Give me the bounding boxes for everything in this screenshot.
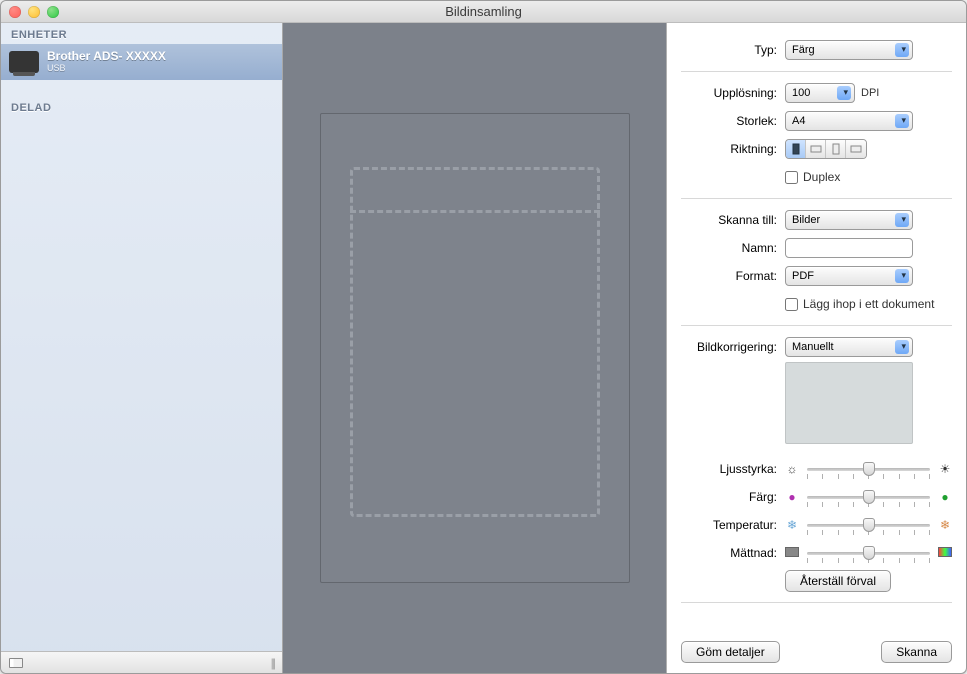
orientation-landscape-left-icon[interactable]	[806, 140, 826, 158]
scan-button[interactable]: Skanna	[881, 641, 952, 663]
row-duplex: Duplex	[681, 164, 952, 190]
label-format: Format:	[681, 269, 777, 283]
preview-area	[283, 23, 666, 673]
row-resolution: Upplösning: 100 DPI	[681, 80, 952, 106]
saturation-slider[interactable]	[807, 544, 930, 562]
sidebar-device-row[interactable]: Brother ADS- XXXXX USB	[1, 44, 282, 80]
label-name: Namn:	[681, 241, 777, 255]
zoom-icon[interactable]	[47, 6, 59, 18]
row-saturation: Mättnad:	[681, 540, 952, 566]
divider	[681, 325, 952, 326]
orientation-portrait-flip-icon[interactable]	[826, 140, 846, 158]
brightness-slider[interactable]	[807, 460, 930, 478]
row-scan-to: Skanna till: Bilder	[681, 207, 952, 233]
combine-checkbox[interactable]	[785, 298, 798, 311]
label-correction: Bildkorrigering:	[681, 340, 777, 354]
traffic-lights	[1, 6, 59, 18]
label-duplex: Duplex	[803, 170, 840, 184]
label-direction: Riktning:	[681, 142, 777, 156]
type-select[interactable]: Färg	[785, 40, 913, 60]
window: Bildinsamling ENHETER Brother ADS- XXXXX…	[0, 0, 967, 674]
correction-select[interactable]: Manuellt	[785, 337, 913, 357]
row-reset: Återställ förval	[681, 568, 952, 594]
color-slider[interactable]	[807, 488, 930, 506]
color-green-icon: ●	[938, 490, 952, 504]
label-dpi: DPI	[861, 87, 879, 99]
device-sub: USB	[47, 64, 166, 74]
reset-button[interactable]: Återställ förval	[785, 570, 891, 592]
options-panel: Typ: Färg Upplösning: 100	[666, 23, 966, 673]
row-color: Färg: ● ●	[681, 484, 952, 510]
row-direction: Riktning:	[681, 136, 952, 162]
temperature-slider[interactable]	[807, 516, 930, 534]
pane-toggle-icon[interactable]	[9, 658, 23, 668]
temp-cool-icon: ❄	[785, 518, 799, 532]
row-brightness: Ljusstyrka: ☼ ☀	[681, 456, 952, 482]
label-temperature: Temperatur:	[681, 518, 777, 532]
scan-to-select[interactable]: Bilder	[785, 210, 913, 230]
brightness-low-icon: ☼	[785, 462, 799, 476]
label-color: Färg:	[681, 490, 777, 504]
scanner-icon	[9, 51, 39, 73]
sidebar: ENHETER Brother ADS- XXXXX USB DELAD |||	[1, 23, 283, 673]
label-combine: Lägg ihop i ett dokument	[803, 297, 934, 311]
window-body: ENHETER Brother ADS- XXXXX USB DELAD |||	[1, 23, 966, 673]
row-correction: Bildkorrigering: Manuellt	[681, 334, 952, 360]
window-title: Bildinsamling	[1, 4, 966, 19]
color-magenta-icon: ●	[785, 490, 799, 504]
row-temperature: Temperatur: ❄ ❄	[681, 512, 952, 538]
sidebar-spacer	[1, 117, 282, 651]
crop-outline[interactable]	[350, 167, 600, 517]
row-type: Typ: Färg	[681, 37, 952, 63]
hide-details-button[interactable]: Göm detaljer	[681, 641, 780, 663]
label-saturation: Mättnad:	[681, 546, 777, 560]
row-size: Storlek: A4	[681, 108, 952, 134]
minimize-icon[interactable]	[28, 6, 40, 18]
close-icon[interactable]	[9, 6, 21, 18]
brightness-high-icon: ☀	[938, 462, 952, 476]
label-type: Typ:	[681, 43, 777, 57]
sidebar-resize-handle[interactable]: |||	[264, 656, 274, 670]
divider	[681, 71, 952, 72]
label-brightness: Ljusstyrka:	[681, 462, 777, 476]
row-combine: Lägg ihop i ett dokument	[681, 291, 952, 317]
sidebar-footer: |||	[1, 651, 282, 673]
divider	[681, 602, 952, 603]
name-input[interactable]	[785, 238, 913, 258]
orientation-portrait-icon[interactable]	[786, 140, 806, 158]
correction-preview	[785, 362, 913, 444]
titlebar: Bildinsamling	[1, 1, 966, 23]
preview-sheet[interactable]	[320, 113, 630, 583]
saturation-high-icon	[938, 546, 952, 560]
resolution-select[interactable]: 100	[785, 83, 855, 103]
bottom-bar: Göm detaljer Skanna	[681, 631, 952, 663]
sidebar-shared-header: DELAD	[1, 96, 282, 117]
device-name: Brother ADS- XXXXX	[47, 50, 166, 63]
divider	[681, 198, 952, 199]
row-name: Namn:	[681, 235, 952, 261]
orientation-landscape-right-icon[interactable]	[846, 140, 866, 158]
size-select[interactable]: A4	[785, 111, 913, 131]
saturation-low-icon	[785, 546, 799, 560]
direction-segmented	[785, 139, 867, 159]
duplex-checkbox[interactable]	[785, 171, 798, 184]
label-resolution: Upplösning:	[681, 86, 777, 100]
label-scan-to: Skanna till:	[681, 213, 777, 227]
row-format: Format: PDF	[681, 263, 952, 289]
temp-warm-icon: ❄	[938, 518, 952, 532]
format-select[interactable]: PDF	[785, 266, 913, 286]
label-size: Storlek:	[681, 114, 777, 128]
sidebar-devices-header: ENHETER	[1, 23, 282, 44]
device-text: Brother ADS- XXXXX USB	[47, 50, 166, 73]
